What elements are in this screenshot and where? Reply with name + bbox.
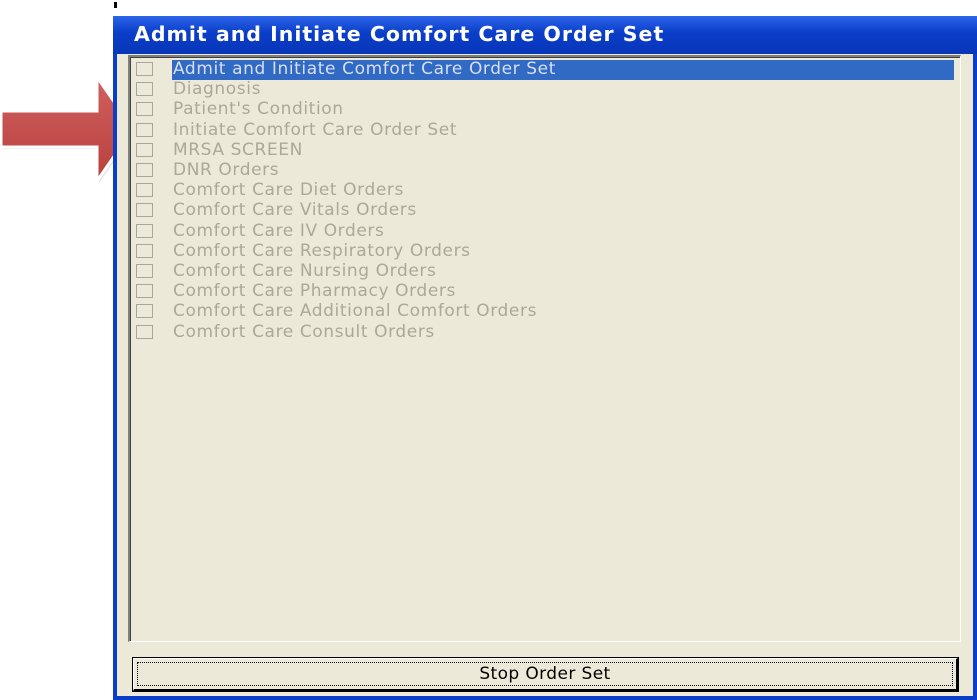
order-item-label: Initiate Comfort Care Order Set [173,119,458,140]
order-set-window: Admit and Initiate Comfort Care Order Se… [113,16,977,700]
stop-order-set-button[interactable]: Stop Order Set [132,657,959,692]
order-checkbox[interactable] [136,163,153,177]
order-list-item[interactable]: Diagnosis [136,79,960,100]
order-item-label: Comfort Care Additional Comfort Orders [173,301,538,322]
order-list-item[interactable]: Comfort Care Vitals Orders [136,200,960,221]
order-checkbox[interactable] [136,203,153,218]
order-list-item[interactable]: Initiate Comfort Care Order Set [136,119,960,141]
order-item-label: Patient's Condition [173,99,344,120]
order-list-item[interactable]: Comfort Care Nursing Orders [136,261,960,282]
order-list-item[interactable]: Comfort Care Diet Orders [136,180,960,201]
order-list-item[interactable]: MRSA SCREEN [136,139,960,161]
order-item-label: Admit and Initiate Comfort Care Order Se… [173,59,556,79]
order-checkbox[interactable] [136,102,153,117]
order-checkbox[interactable] [136,264,153,278]
stop-order-set-label: Stop Order Set [479,664,611,684]
order-checkbox[interactable] [136,223,153,238]
order-checkbox[interactable] [136,183,153,198]
order-list-item[interactable]: Admit and Initiate Comfort Care Order Se… [136,59,960,80]
order-item-label: Diagnosis [173,79,262,100]
window-client-area: Admit and Initiate Comfort Care Order Se… [117,54,973,696]
order-list-item[interactable]: Comfort Care Additional Comfort Orders [136,301,960,322]
order-set-list[interactable]: Admit and Initiate Comfort Care Order Se… [128,55,961,642]
order-checkbox[interactable] [136,243,153,258]
order-checkbox[interactable] [136,62,153,76]
order-checkbox[interactable] [136,304,153,319]
order-list-item[interactable]: Comfort Care Consult Orders [136,321,960,343]
order-list-item[interactable]: Comfort Care Respiratory Orders [136,240,960,262]
order-item-label: DNR Orders [173,160,280,180]
order-checkbox[interactable] [136,324,153,339]
order-item-label: Comfort Care Diet Orders [173,180,404,201]
order-list-item[interactable]: Comfort Care IV Orders [136,220,960,242]
order-checkbox[interactable] [136,284,153,299]
window-edge-mark [113,0,118,16]
order-list-item[interactable]: Patient's Condition [136,99,960,120]
order-item-label: Comfort Care Pharmacy Orders [173,281,456,302]
order-checkbox[interactable] [136,122,153,137]
order-item-label: Comfort Care Consult Orders [173,321,435,342]
order-item-label: Comfort Care Vitals Orders [173,200,417,221]
order-list-item[interactable]: Comfort Care Pharmacy Orders [136,281,960,302]
order-item-label: Comfort Care Respiratory Orders [173,240,471,261]
window-title: Admit and Initiate Comfort Care Order Se… [134,22,665,46]
order-checkbox[interactable] [136,142,153,157]
order-item-label: Comfort Care Nursing Orders [173,261,437,281]
order-checkbox[interactable] [136,82,153,97]
order-item-label: MRSA SCREEN [173,139,303,160]
order-list-item[interactable]: DNR Orders [136,160,960,181]
title-bar[interactable]: Admit and Initiate Comfort Care Order Se… [113,16,977,54]
order-item-label: Comfort Care IV Orders [173,220,385,241]
order-set-list-inner: Admit and Initiate Comfort Care Order Se… [130,57,960,641]
